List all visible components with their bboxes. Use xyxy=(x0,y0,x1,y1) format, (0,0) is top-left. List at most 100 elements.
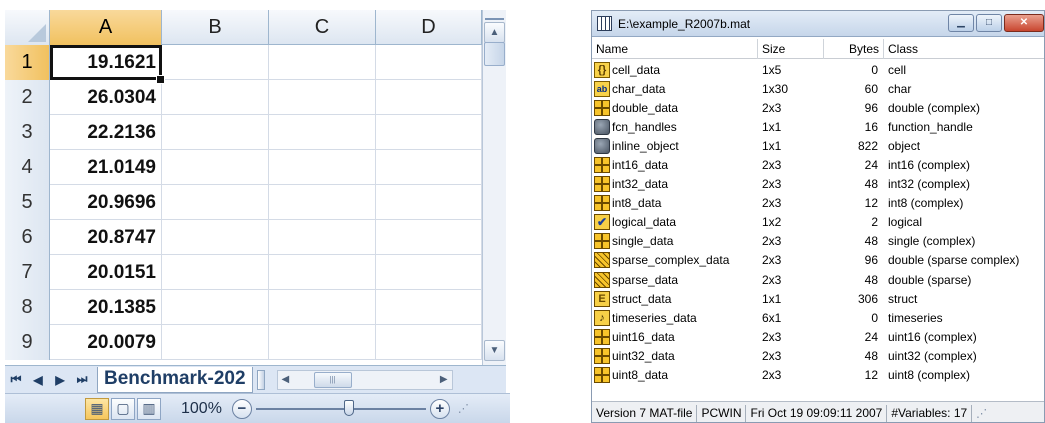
cell-d7[interactable] xyxy=(376,255,482,290)
cell-a5[interactable]: 20.9696 xyxy=(50,185,162,220)
cell-c2[interactable] xyxy=(269,80,376,115)
scroll-thumb[interactable] xyxy=(484,42,505,66)
cell-b4[interactable] xyxy=(162,150,269,185)
cell-c8[interactable] xyxy=(269,290,376,325)
cell-d2[interactable] xyxy=(376,80,482,115)
cell-b5[interactable] xyxy=(162,185,269,220)
cell-c1[interactable] xyxy=(269,45,376,80)
cell-d8[interactable] xyxy=(376,290,482,325)
list-item[interactable]: ✔ logical_data 1x2 2 logical xyxy=(592,213,1044,232)
row-header[interactable]: 4 xyxy=(5,150,50,185)
sheet-tab[interactable]: Benchmark-202 xyxy=(97,366,253,393)
normal-view-icon[interactable]: ▦ xyxy=(85,397,109,420)
resize-grip-icon[interactable]: ⋰ xyxy=(976,407,987,420)
zoom-out-icon[interactable]: − xyxy=(231,398,252,419)
cell-b1[interactable] xyxy=(162,45,269,80)
list-item[interactable]: int8_data 2x3 12 int8 (complex) xyxy=(592,194,1044,213)
row-header[interactable]: 9 xyxy=(5,325,50,360)
title-bar[interactable]: E:\example_R2007b.mat ▁ □ ✕ xyxy=(592,11,1044,37)
zoom-slider[interactable] xyxy=(255,399,426,416)
list-item[interactable]: int32_data 2x3 48 int32 (complex) xyxy=(592,175,1044,194)
list-item[interactable]: ♪ timeseries_data 6x1 0 timeseries xyxy=(592,308,1044,327)
row-header[interactable]: 1 xyxy=(5,45,50,80)
list-item[interactable]: ab char_data 1x30 60 char xyxy=(592,79,1044,98)
vertical-scrollbar[interactable]: ▲ ▼ xyxy=(482,10,506,365)
horizontal-scrollbar[interactable]: ◀ ||| ▶ xyxy=(276,369,453,390)
list-item[interactable]: {} cell_data 1x5 0 cell xyxy=(592,60,1044,79)
scroll-left-icon[interactable]: ◀ xyxy=(282,374,290,385)
cell-c5[interactable] xyxy=(269,185,376,220)
cell-c7[interactable] xyxy=(269,255,376,290)
maximize-icon[interactable]: □ xyxy=(976,14,1002,32)
scroll-up-icon[interactable]: ▲ xyxy=(484,22,505,43)
row-header[interactable]: 7 xyxy=(5,255,50,290)
column-header-a[interactable]: A xyxy=(50,10,162,45)
cell-d6[interactable] xyxy=(376,220,482,255)
resize-grip-icon[interactable]: ⋰ xyxy=(458,402,469,415)
split-handle[interactable] xyxy=(485,10,504,20)
column-header-class[interactable]: Class xyxy=(884,39,1044,59)
cell-a3[interactable]: 22.2136 xyxy=(50,115,162,150)
zoom-slider-knob[interactable] xyxy=(343,399,354,416)
column-header-d[interactable]: D xyxy=(376,10,482,45)
page-break-view-icon[interactable]: ▥ xyxy=(137,397,161,420)
tab-split-handle[interactable] xyxy=(256,369,265,390)
prev-sheet-icon[interactable]: ◀ xyxy=(27,373,49,387)
cell-c3[interactable] xyxy=(269,115,376,150)
cell-c9[interactable] xyxy=(269,325,376,360)
row-header[interactable]: 8 xyxy=(5,290,50,325)
cell-b9[interactable] xyxy=(162,325,269,360)
scroll-thumb[interactable]: ||| xyxy=(313,371,352,388)
row-header[interactable]: 3 xyxy=(5,115,50,150)
cell-a9[interactable]: 20.0079 xyxy=(50,325,162,360)
select-all-corner[interactable] xyxy=(5,10,50,45)
first-sheet-icon[interactable]: ⏮ xyxy=(5,372,27,387)
list-item[interactable]: sparse_complex_data 2x3 96 double (sparse c… xyxy=(592,251,1044,270)
cell-b2[interactable] xyxy=(162,80,269,115)
list-item[interactable]: uint32_data 2x3 48 uint32 (complex) xyxy=(592,346,1044,365)
cell-b3[interactable] xyxy=(162,115,269,150)
cell-d4[interactable] xyxy=(376,150,482,185)
zoom-in-icon[interactable]: + xyxy=(429,398,450,419)
minimize-icon[interactable]: ▁ xyxy=(948,14,974,32)
next-sheet-icon[interactable]: ▶ xyxy=(49,373,71,387)
list-item[interactable]: single_data 2x3 48 single (complex) xyxy=(592,232,1044,251)
cell-a4[interactable]: 21.0149 xyxy=(50,150,162,185)
cell-a2[interactable]: 26.0304 xyxy=(50,80,162,115)
row-header[interactable]: 5 xyxy=(5,185,50,220)
cell-c6[interactable] xyxy=(269,220,376,255)
page-layout-view-icon[interactable]: ▢ xyxy=(111,397,135,420)
cell-b8[interactable] xyxy=(162,290,269,325)
cell-d3[interactable] xyxy=(376,115,482,150)
cell-a1[interactable]: 19.1621 xyxy=(50,45,165,84)
column-header-name[interactable]: Name xyxy=(592,39,758,59)
list-item[interactable]: fcn_handles 1x1 16 function_handle xyxy=(592,117,1044,136)
column-header-b[interactable]: B xyxy=(162,10,269,45)
zoom-level[interactable]: 100% xyxy=(181,400,222,418)
list-item[interactable]: inline_object 1x1 822 object xyxy=(592,136,1044,155)
cell-c4[interactable] xyxy=(269,150,376,185)
scroll-down-icon[interactable]: ▼ xyxy=(484,340,505,361)
row-header[interactable]: 6 xyxy=(5,220,50,255)
list-item[interactable]: sparse_data 2x3 48 double (sparse) xyxy=(592,270,1044,289)
cell-d1[interactable] xyxy=(376,45,482,80)
last-sheet-icon[interactable]: ⏭ xyxy=(71,372,93,387)
column-header-c[interactable]: C xyxy=(269,10,376,45)
cell-a7[interactable]: 20.0151 xyxy=(50,255,162,290)
column-header-bytes[interactable]: Bytes xyxy=(824,39,884,59)
cell-a8[interactable]: 20.1385 xyxy=(50,290,162,325)
close-icon[interactable]: ✕ xyxy=(1004,14,1044,32)
cell-a6[interactable]: 20.8747 xyxy=(50,220,162,255)
cell-d9[interactable] xyxy=(376,325,482,360)
list-item[interactable]: uint16_data 2x3 24 uint16 (complex) xyxy=(592,327,1044,346)
cell-b7[interactable] xyxy=(162,255,269,290)
cell-b6[interactable] xyxy=(162,220,269,255)
row-header[interactable]: 2 xyxy=(5,80,50,115)
list-item[interactable]: Estruct_data 1x1 306 struct xyxy=(592,289,1044,308)
list-item[interactable]: uint8_data 2x3 12 uint8 (complex) xyxy=(592,366,1044,385)
column-header-size[interactable]: Size xyxy=(758,39,824,59)
scroll-right-icon[interactable]: ▶ xyxy=(440,374,448,385)
list-item[interactable]: int16_data 2x3 24 int16 (complex) xyxy=(592,155,1044,174)
cell-d5[interactable] xyxy=(376,185,482,220)
list-item[interactable]: double_data 2x3 96 double (complex) xyxy=(592,98,1044,117)
